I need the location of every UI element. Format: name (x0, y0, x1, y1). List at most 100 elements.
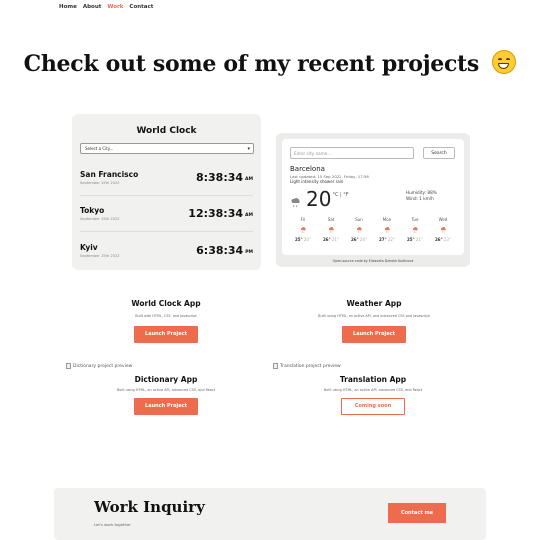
forecast-high: 25° (295, 237, 303, 242)
weather-search-form: Enter city name... Search (290, 147, 456, 159)
city-name: Kyiv (80, 242, 98, 252)
city-name: Tokyo (80, 206, 105, 215)
unit-toggle[interactable]: °C | °F (332, 192, 348, 198)
rain-cloud-icon (440, 227, 446, 233)
weather-description: Light intensity shower rain (290, 179, 344, 184)
launch-dictionary-button[interactable]: Launch Project (134, 398, 198, 415)
city-time: 8:38:34 (195, 171, 244, 184)
current-weather: 20 °C | °F Humidity: 88% Wind: 1 km/h (290, 188, 456, 214)
city-name: San Francisco (80, 170, 139, 179)
project-title: Dictionary App (134, 375, 198, 384)
rain-cloud-icon (412, 227, 418, 233)
nav-home-link[interactable]: Home (59, 4, 77, 10)
forecast-low: 21° (331, 237, 339, 242)
translation-preview-image: Translation project preview (273, 363, 341, 369)
forecast-day: Fri 25° 20° (292, 217, 314, 242)
inquiry-title: Work Inquiry (94, 498, 205, 516)
inquiry-subtitle: Let's work together (94, 522, 131, 527)
city-time: 12:38:34 (188, 207, 244, 220)
project-description: Built with HTML, CSS, and Javascript (135, 314, 197, 318)
weather-app-preview: Enter city name... Search Barcelona Last… (276, 133, 470, 267)
forecast-low: 23° (443, 237, 451, 242)
project-dictionary: Dictionary App Built using HTML, an acti… (66, 375, 266, 415)
project-description: Built using HTML, an active API, and adv… (318, 314, 430, 318)
forecast-high: 26° (351, 237, 359, 242)
rain-cloud-icon (300, 227, 306, 233)
city-list: San Francisco September 15th 2022 8:38:3… (80, 160, 253, 268)
weather-stats: Humidity: 88% Wind: 1 km/h (406, 190, 437, 202)
city-select[interactable]: Select a City... ▾ (80, 143, 254, 154)
forecast-day: Tue 25° 21° (404, 217, 426, 242)
project-title: World Clock App (131, 299, 201, 308)
image-alt-text: Translation project preview (280, 363, 341, 369)
city-date: September 15th 2022 (80, 253, 120, 258)
project-description: Built using HTML, an active API, advance… (323, 388, 423, 392)
wind: Wind: 1 km/h (406, 196, 434, 201)
city-row: Tokyo September 15th 2022 12:38:34 AM (80, 196, 253, 232)
forecast-high: 26° (435, 237, 443, 242)
city-date: September 15th 2022 (80, 181, 120, 185)
nav-about-link[interactable]: About (83, 4, 102, 10)
city-ampm: AM (245, 213, 253, 218)
page-title-text: Check out some of my recent projects (23, 51, 480, 77)
forecast-day-label: Sat (327, 217, 335, 222)
work-inquiry-banner: Work Inquiry Let's work together Contact… (54, 488, 486, 540)
city-time: 6:38:34 (196, 243, 244, 257)
city-row: San Francisco September 15th 2022 8:38:3… (80, 160, 253, 196)
forecast-high: 26° (323, 237, 331, 242)
forecast-high: 27° (379, 237, 387, 242)
broken-image-icon (273, 363, 278, 369)
forecast-low: 20° (303, 237, 311, 242)
forecast-day-label: Sun (355, 217, 363, 222)
dictionary-preview-image: Dictionary project preview (66, 363, 132, 369)
contact-me-button[interactable]: Contact me (388, 503, 446, 523)
top-nav: Home About Work Contact (59, 4, 153, 10)
forecast-low: 21° (415, 237, 423, 242)
forecast-day: Wed 26° 23° (432, 217, 454, 242)
forecast-low: 24° (359, 237, 367, 242)
project-translation: Translation App Built using HTML, an act… (273, 375, 473, 415)
image-alt-text: Dictionary project preview (73, 363, 133, 369)
city-search-input[interactable]: Enter city name... (290, 147, 414, 159)
project-world-clock: World Clock App Built with HTML, CSS, an… (66, 299, 266, 343)
world-clock-title: World Clock (136, 126, 197, 136)
forecast-low: 22° (387, 237, 395, 242)
current-temperature: 20 (306, 187, 332, 211)
rain-cloud-icon (328, 227, 334, 233)
city-date: September 15th 2022 (80, 217, 120, 221)
forecast-day-label: Mon (382, 217, 392, 222)
forecast-day: Mon 27° 22° (376, 217, 398, 242)
project-title: Weather App (346, 299, 402, 308)
forecast-row: Fri 25° 20° Sat 26° 21° Sun 26° 24° Mon 27° 22°… (290, 217, 456, 242)
city-ampm: PM (245, 249, 253, 255)
chevron-down-icon: ▾ (247, 146, 250, 152)
city-select-value: Select a City... (85, 146, 114, 151)
forecast-day: Sat 26° 21° (320, 217, 342, 242)
nav-contact-link[interactable]: Contact (129, 4, 153, 10)
forecast-day: Sun 26° 24° (348, 217, 370, 242)
forecast-high: 25° (407, 237, 415, 242)
rain-cloud-icon (356, 227, 362, 233)
city-ampm: AM (245, 177, 253, 182)
city-row: Kyiv September 15th 2022 6:38:34 PM (80, 232, 253, 268)
coming-soon-button[interactable]: Coming soon (341, 398, 405, 415)
rain-cloud-icon (291, 198, 300, 208)
broken-image-icon (66, 363, 71, 369)
rain-cloud-icon (384, 227, 390, 233)
launch-weather-button[interactable]: Launch Project (342, 326, 406, 343)
launch-world-clock-button[interactable]: Launch Project (134, 326, 198, 343)
forecast-day-label: Fri (300, 217, 306, 222)
forecast-day-label: Tue (411, 217, 419, 222)
project-description: Built using HTML, an active API, advance… (116, 388, 216, 392)
forecast-day-label: Wed (438, 217, 448, 222)
weather-widget: Enter city name... Search Barcelona Last… (282, 139, 464, 263)
world-clock-preview: World Clock Select a City... ▾ San Franc… (72, 114, 261, 270)
grinning-face-icon (492, 50, 517, 74)
project-weather: Weather App Built using HTML, an active … (274, 299, 474, 343)
search-button[interactable]: Search (423, 147, 455, 159)
weather-city: Barcelona (290, 165, 325, 173)
project-title: Translation App (339, 375, 407, 384)
page-title: Check out some of my recent projects (0, 50, 540, 77)
open-source-credit: Open-source code by Elizaveta Dzhokh Kud… (332, 259, 414, 263)
nav-work-link[interactable]: Work (107, 4, 123, 10)
